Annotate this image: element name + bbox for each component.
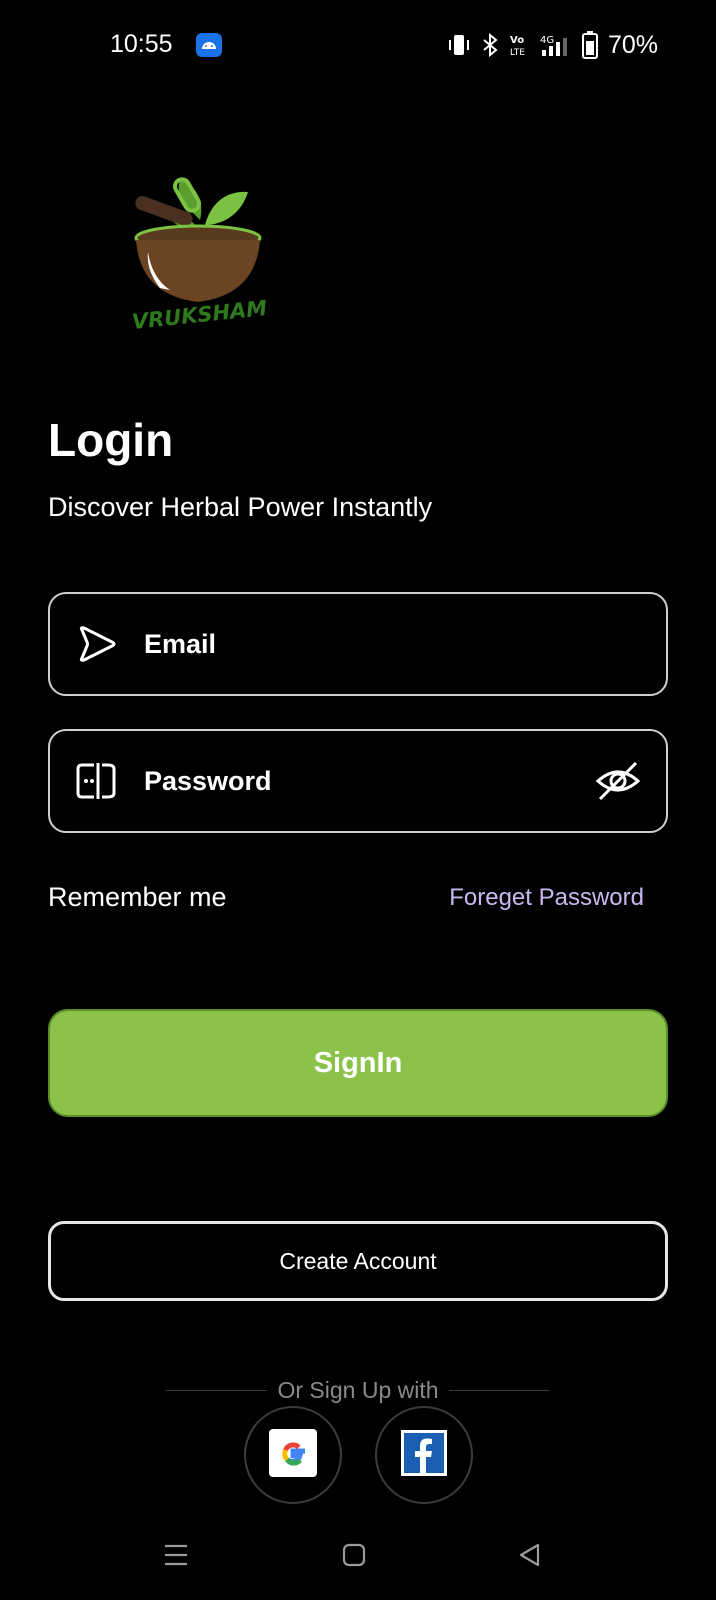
facebook-icon xyxy=(401,1429,447,1481)
signal-4g-icon: 4G xyxy=(538,32,574,58)
social-divider: Or Sign Up with xyxy=(166,1375,550,1405)
page-subtitle: Discover Herbal Power Instantly xyxy=(48,492,433,522)
email-input[interactable] xyxy=(144,614,666,674)
system-nav-bar xyxy=(0,1520,716,1590)
status-icons: Vo LTE 4G 70% xyxy=(446,30,658,60)
status-time: 10:55 xyxy=(110,30,173,58)
battery-icon xyxy=(581,31,598,59)
volte-icon: Vo LTE xyxy=(508,32,530,58)
app-logo: VRUKSHAM xyxy=(130,170,270,335)
divider-text: Or Sign Up with xyxy=(277,1376,439,1403)
status-bar: 10:55 Vo LTE 4G 70% xyxy=(0,0,716,92)
home-square-icon[interactable] xyxy=(329,1530,379,1580)
bluetooth-icon xyxy=(480,32,500,58)
remember-me-label[interactable]: Remember me xyxy=(48,882,227,913)
eye-off-icon[interactable] xyxy=(592,755,644,807)
battery-percent: 70% xyxy=(607,30,658,59)
svg-text:Vo: Vo xyxy=(510,35,524,46)
back-triangle-icon[interactable] xyxy=(505,1530,555,1580)
divider-line-left xyxy=(166,1389,268,1391)
page-title: Login xyxy=(48,414,174,466)
password-field[interactable] xyxy=(48,729,668,833)
password-icon xyxy=(72,757,120,805)
android-notification-icon xyxy=(196,33,222,57)
vibrate-icon xyxy=(446,32,472,58)
signin-button[interactable]: SignIn xyxy=(48,1009,668,1117)
google-signin-button[interactable] xyxy=(244,1406,342,1504)
send-icon xyxy=(72,620,120,668)
email-field[interactable] xyxy=(48,592,668,696)
recents-menu-icon[interactable] xyxy=(151,1530,201,1580)
create-account-button[interactable]: Create Account xyxy=(48,1221,668,1301)
divider-line-right xyxy=(448,1389,550,1391)
facebook-signin-button[interactable] xyxy=(375,1406,473,1504)
svg-text:4G: 4G xyxy=(540,35,554,46)
google-icon xyxy=(269,1428,317,1482)
forgot-password-link[interactable]: Foreget Password xyxy=(449,884,644,912)
svg-text:LTE: LTE xyxy=(510,48,525,58)
password-input[interactable] xyxy=(144,751,592,811)
